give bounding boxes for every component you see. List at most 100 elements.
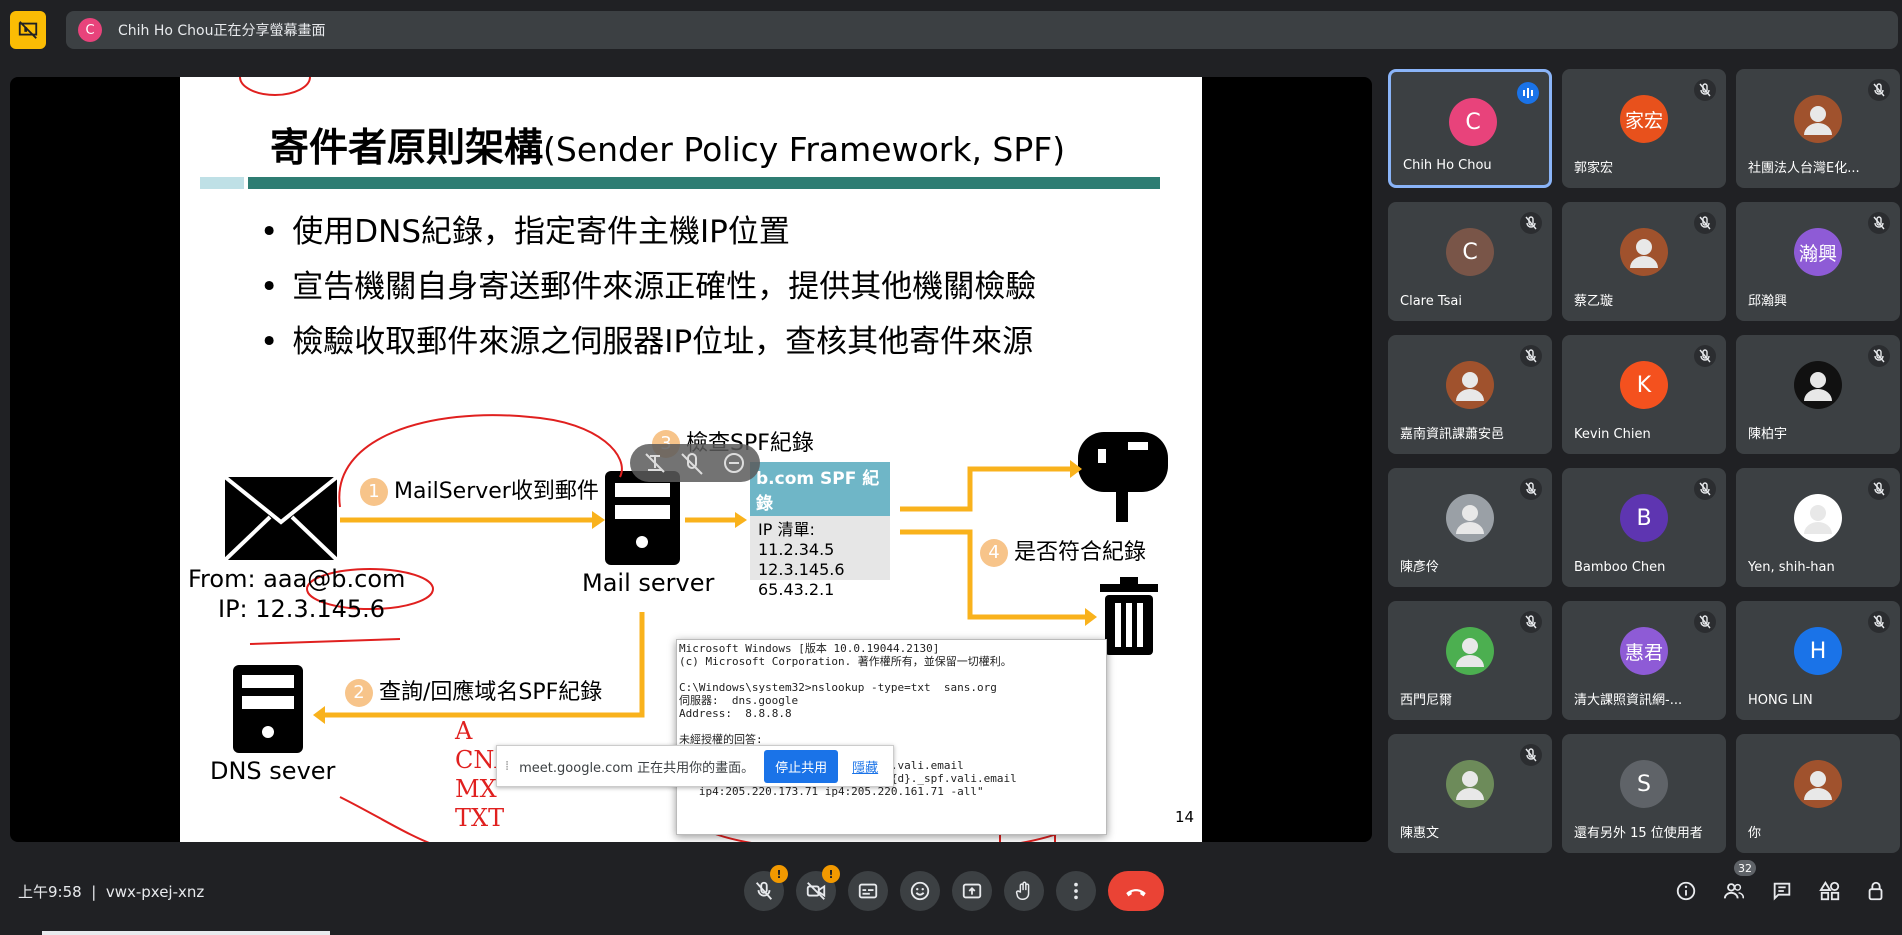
participant-tile[interactable]: 社團法人台灣E化... (1736, 69, 1900, 188)
captions-button[interactable] (848, 871, 888, 911)
floating-presenter-controls[interactable] (630, 444, 760, 482)
drag-handle-icon[interactable]: ⁞ (505, 759, 509, 774)
people-button[interactable] (1720, 877, 1748, 905)
participant-name: Chih Ho Chou (1403, 158, 1492, 173)
remove-icon (724, 453, 744, 473)
top-bar: C Chih Ho Chou正在分享螢幕畫面 (0, 0, 1902, 60)
presenter-avatar: C (78, 18, 102, 42)
leave-call-button[interactable] (1108, 871, 1164, 911)
participant-tile[interactable]: K Kevin Chien (1562, 335, 1726, 454)
mic-off-icon (755, 881, 773, 900)
participant-tile[interactable]: 嘉南資訊課蕭安邑 (1388, 335, 1552, 454)
meeting-code: vwx-pxej-xnz (105, 883, 205, 901)
participant-tile[interactable]: 你 (1736, 734, 1900, 853)
host-controls-button[interactable] (1862, 877, 1890, 905)
participant-tile[interactable]: C Chih Ho Chou (1388, 69, 1552, 188)
participant-name: 你 (1748, 826, 1762, 841)
participant-tile[interactable]: B Bamboo Chen (1562, 468, 1726, 587)
avatar (1794, 494, 1842, 542)
shapes-icon (1819, 881, 1840, 901)
raise-hand-button[interactable] (1004, 871, 1044, 911)
participant-name: 陳柏宇 (1748, 427, 1788, 442)
participant-name: 陳彥伶 (1400, 560, 1440, 575)
participant-tile[interactable]: 陳彥伶 (1388, 468, 1552, 587)
participant-name: HONG LIN (1748, 693, 1813, 708)
clock-time: 上午9:58 (18, 883, 82, 901)
participant-tile[interactable]: S 還有另外 15 位使用者 (1562, 734, 1726, 853)
avatar: 惠君 (1620, 627, 1668, 675)
step-2-label: 2 查詢/回應域名SPF紀錄 (345, 674, 602, 707)
stop-sharing-button[interactable]: 停止共用 (764, 749, 839, 783)
present-button[interactable] (952, 871, 992, 911)
mic-off-icon (1868, 478, 1890, 500)
participant-tile[interactable]: Yen, shih-han (1736, 468, 1900, 587)
avatar (1620, 228, 1668, 276)
step-4-label: 4 是否符合紀錄 (980, 534, 1146, 567)
hand-icon (1015, 881, 1030, 900)
more-options-button[interactable] (1056, 871, 1096, 911)
envelope-icon (223, 475, 339, 562)
meeting-details-button[interactable] (1672, 877, 1700, 905)
activities-button[interactable] (1816, 877, 1844, 905)
participant-tile[interactable]: 西門尼爾 (1388, 601, 1552, 720)
people-icon (1723, 883, 1744, 899)
avatar (1446, 627, 1494, 675)
mic-off-icon (1868, 611, 1890, 633)
participant-tile[interactable]: 陳惠文 (1388, 734, 1552, 853)
participant-name: 陳惠文 (1400, 826, 1440, 841)
participant-tile[interactable]: 家宏 郭家宏 (1562, 69, 1726, 188)
hide-notice-link[interactable]: 隱藏 (852, 757, 878, 776)
slide-page-number: 14 (1175, 808, 1195, 826)
hang-up-icon (1126, 889, 1146, 897)
mic-off-icon (1694, 478, 1716, 500)
dns-server-label: DNS sever (210, 757, 336, 785)
mic-off-icon (1868, 345, 1890, 367)
avatar (1446, 494, 1494, 542)
participant-tile[interactable]: H HONG LIN (1736, 601, 1900, 720)
spf-record-title: b.com SPF 紀錄 (750, 462, 890, 516)
spf-ip-list: IP 清單: 11.2.34.5 12.3.145.6 65.43.2.1 (758, 520, 845, 599)
emoji-icon (910, 881, 930, 901)
server-icon (605, 471, 680, 565)
participant-name: Kevin Chien (1574, 427, 1651, 442)
participant-name: Clare Tsai (1400, 294, 1462, 309)
mic-button[interactable]: ! (744, 865, 788, 911)
mic-off-icon (1520, 611, 1542, 633)
avatar (1794, 361, 1842, 409)
avatar: 瀚興 (1794, 228, 1842, 276)
participant-name: 蔡乙璇 (1574, 294, 1614, 309)
bottom-bar: 上午9:58 | vwx-pxej-xnz ! ! 32 (0, 855, 1902, 935)
server-icon (233, 665, 303, 753)
command-prompt-window: Microsoft Windows [版本 10.0.19044.2130] (… (676, 639, 1107, 835)
camera-button[interactable]: ! (796, 865, 840, 911)
lock-person-icon (1868, 881, 1883, 901)
participant-tile[interactable]: 惠君 清大課照資訊網-... (1562, 601, 1726, 720)
avatar (1794, 760, 1842, 808)
chat-button[interactable] (1768, 877, 1796, 905)
participant-name: 還有另外 15 位使用者 (1574, 826, 1703, 841)
participant-tile[interactable]: 陳柏宇 (1736, 335, 1900, 454)
avatar: 家宏 (1620, 95, 1668, 143)
avatar: H (1794, 627, 1842, 675)
chat-icon (1773, 882, 1791, 901)
participant-tile[interactable]: 蔡乙璇 (1562, 202, 1726, 321)
step-1-label: 1 MailServer收到郵件 (360, 473, 599, 506)
participant-name: 社團法人台灣E化... (1748, 161, 1860, 176)
participant-tile[interactable]: C Clare Tsai (1388, 202, 1552, 321)
mic-off-icon (1694, 611, 1716, 633)
participant-name: Bamboo Chen (1574, 560, 1666, 575)
reactions-button[interactable] (900, 871, 940, 911)
participant-name: Yen, shih-han (1748, 560, 1835, 575)
mic-off-icon (1520, 212, 1542, 234)
presentation-off-icon[interactable] (10, 11, 46, 49)
participant-tile[interactable]: 瀚興 邱瀚興 (1736, 202, 1900, 321)
captions-icon (858, 883, 878, 899)
avatar: C (1446, 228, 1494, 276)
warning-badge: ! (822, 865, 840, 883)
people-count-badge: 32 (1734, 860, 1756, 876)
mic-off-icon (1868, 212, 1890, 234)
pin-off-icon (645, 453, 665, 473)
avatar: K (1620, 361, 1668, 409)
meeting-info: 上午9:58 | vwx-pxej-xnz (18, 883, 205, 901)
participant-name: 嘉南資訊課蕭安邑 (1400, 427, 1505, 442)
